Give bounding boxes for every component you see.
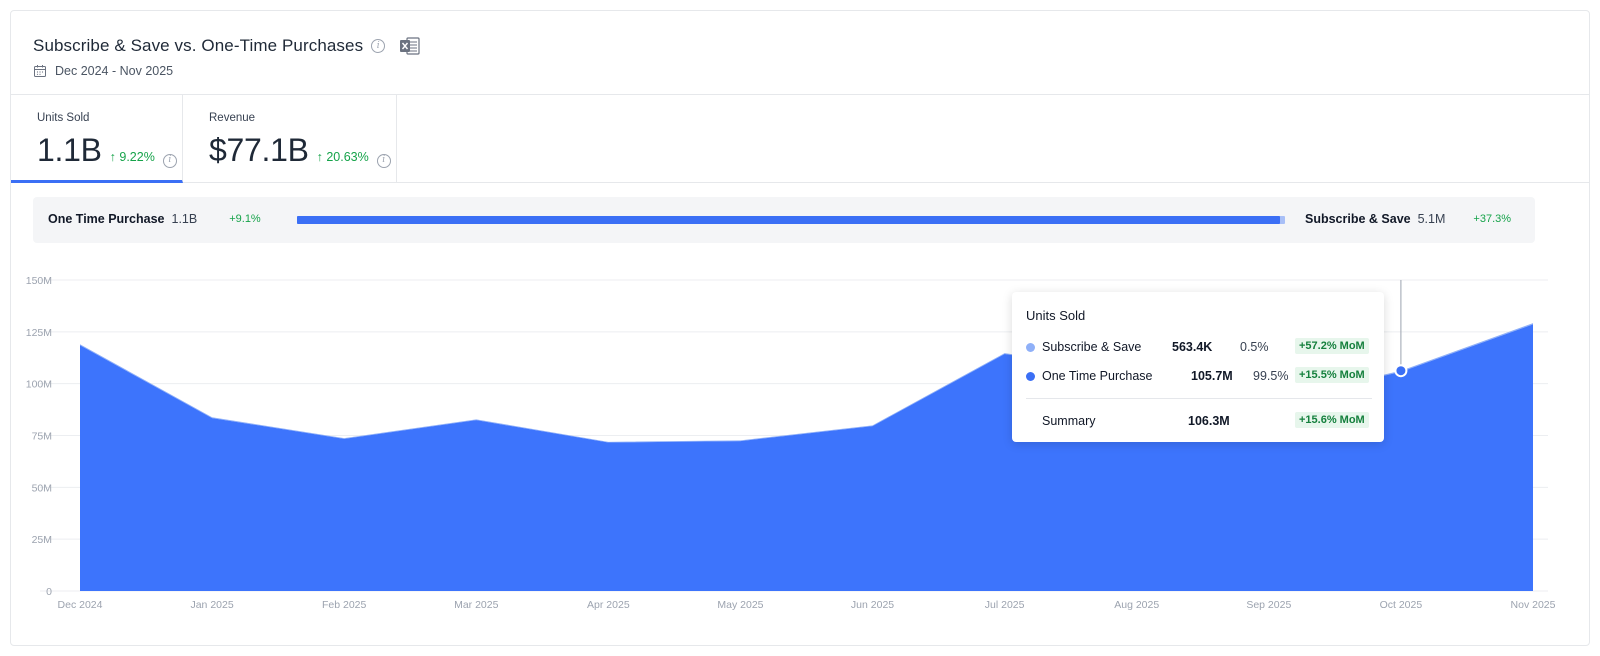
tab-value: $77.1B bbox=[209, 132, 309, 168]
tab-label: Units Sold bbox=[37, 112, 90, 124]
split-left: One Time Purchase 1.1B +9.1% bbox=[48, 212, 261, 226]
tooltip-series-name: Subscribe & Save bbox=[1042, 340, 1142, 354]
legend-dot-icon bbox=[1026, 343, 1035, 352]
tooltip-series-value: 563.4K bbox=[1172, 340, 1213, 354]
title-row: Subscribe & Save vs. One-Time Purchases … bbox=[33, 35, 421, 57]
tab-revenue[interactable]: Revenue $77.1B ↑ 20.63% i bbox=[183, 95, 397, 183]
tab-units-sold[interactable]: Units Sold 1.1B ↑ 9.22% i bbox=[11, 95, 183, 183]
split-left-change: +9.1% bbox=[229, 213, 261, 225]
purchase-split-bar: One Time Purchase 1.1B +9.1% Subscribe &… bbox=[33, 197, 1535, 243]
split-right-name: Subscribe & Save bbox=[1305, 212, 1411, 226]
card-header: Subscribe & Save vs. One-Time Purchases … bbox=[11, 11, 1589, 95]
chart-tooltip: Units Sold Subscribe & Save 563.4K 0.5% … bbox=[1012, 292, 1384, 442]
tooltip-summary-name: Summary bbox=[1042, 414, 1096, 428]
tooltip-series-pct: 0.5% bbox=[1240, 340, 1269, 354]
split-track bbox=[297, 216, 1285, 224]
tooltip-summary-value: 106.3M bbox=[1188, 414, 1230, 428]
tooltip-row-subscribe: Subscribe & Save 563.4K 0.5% +57.2% MoM bbox=[1026, 338, 1372, 358]
tab-label: Revenue bbox=[209, 112, 256, 124]
split-right: Subscribe & Save 5.1M +37.3% bbox=[1305, 212, 1511, 226]
split-right-change: +37.3% bbox=[1473, 213, 1512, 225]
split-left-name: One Time Purchase bbox=[48, 212, 165, 226]
info-icon[interactable]: i bbox=[162, 153, 177, 168]
tab-change: ↑ 20.63% bbox=[316, 150, 369, 164]
tooltip-series-pct: 99.5% bbox=[1253, 369, 1289, 383]
legend-dot-icon bbox=[1026, 372, 1035, 381]
tooltip-row-one-time: One Time Purchase 105.7M 99.5% +15.5% Mo… bbox=[1026, 367, 1372, 387]
tooltip-mom-badge: +57.2% MoM bbox=[1295, 338, 1369, 354]
tab-value-row: $77.1B ↑ 20.63% i bbox=[209, 132, 396, 169]
info-icon[interactable]: i bbox=[376, 153, 391, 168]
split-fill bbox=[297, 216, 1281, 224]
tab-value-row: 1.1B ↑ 9.22% i bbox=[37, 132, 182, 169]
tooltip-series-name: One Time Purchase bbox=[1042, 369, 1153, 383]
date-range: Dec 2024 - Nov 2025 bbox=[33, 64, 173, 78]
tab-value: 1.1B bbox=[37, 132, 102, 168]
tooltip-row-summary: Summary 106.3M +15.6% MoM bbox=[1026, 412, 1372, 432]
tooltip-mom-badge: +15.6% MoM bbox=[1295, 412, 1369, 428]
tooltip-series-value: 105.7M bbox=[1191, 369, 1233, 383]
calendar-icon bbox=[34, 65, 46, 77]
tooltip-divider bbox=[1026, 398, 1372, 399]
split-left-value: 1.1B bbox=[171, 212, 198, 226]
date-range-text: Dec 2024 - Nov 2025 bbox=[55, 64, 174, 78]
excel-icon[interactable] bbox=[399, 35, 421, 57]
tab-change: ↑ 9.22% bbox=[109, 150, 155, 164]
tooltip-title: Units Sold bbox=[1026, 308, 1086, 323]
page-title: Subscribe & Save vs. One-Time Purchases bbox=[33, 36, 364, 55]
info-icon[interactable]: i bbox=[371, 39, 386, 53]
tooltip-mom-badge: +15.5% MoM bbox=[1295, 367, 1369, 383]
split-right-value: 5.1M bbox=[1417, 212, 1446, 226]
metric-tabs: Units Sold 1.1B ↑ 9.22% i Revenue $77.1B… bbox=[11, 95, 1589, 183]
